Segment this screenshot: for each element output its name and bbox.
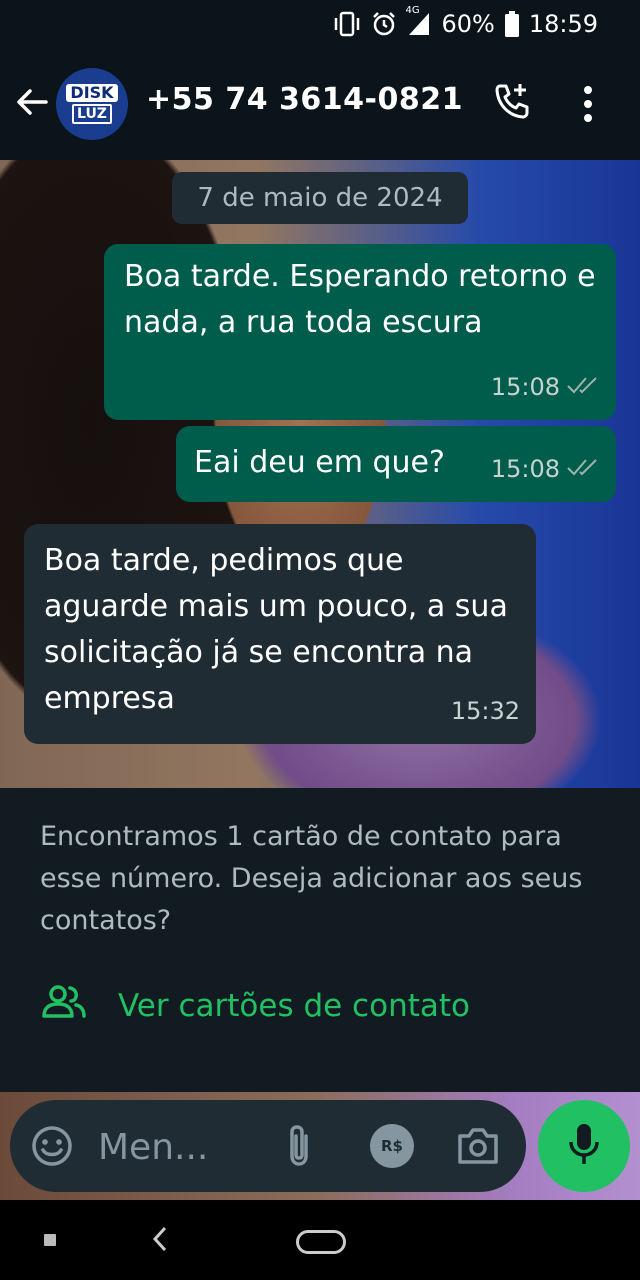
message-meta: 15:08 [491, 364, 600, 410]
date-chip: 7 de maio de 2024 [172, 172, 468, 224]
system-nav-bar [0, 1200, 640, 1280]
contacts-icon [40, 984, 88, 1028]
mic-button[interactable] [538, 1100, 630, 1192]
message-bubble-outgoing[interactable]: Eai deu em que? 15:08 [176, 426, 616, 502]
view-contact-cards-link[interactable]: Ver cartões de contato [40, 984, 470, 1028]
message-time: 15:08 [490, 455, 560, 483]
notice-text: Encontramos 1 cartão de contato para ess… [40, 821, 583, 936]
double-check-icon [566, 446, 600, 492]
vibrate-icon [333, 11, 361, 37]
message-input[interactable] [96, 1118, 250, 1176]
signal-icon: 4G [405, 5, 431, 37]
avatar[interactable]: DISK LUZ [56, 68, 128, 140]
message-bubble-incoming[interactable]: Boa tarde, pedimos que aguarde mais um p… [24, 524, 536, 744]
input-area: R$ [0, 1092, 640, 1200]
message-meta: 15:08 [491, 446, 600, 492]
contact-card-notice: Encontramos 1 cartão de contato para ess… [0, 788, 640, 1092]
clock: 18:59 [528, 10, 598, 38]
avatar-logo-top: DISK [66, 84, 118, 102]
avatar-logo-bottom: LUZ [72, 104, 112, 124]
alarm-icon [371, 11, 397, 37]
composer: R$ [10, 1100, 526, 1192]
message-meta: 15:32 [451, 688, 520, 734]
recents-icon[interactable] [44, 1234, 56, 1246]
message-time: 15:32 [450, 697, 520, 725]
message-bubble-outgoing[interactable]: Boa tarde. Esperando retorno e nada, a r… [104, 244, 616, 420]
camera-icon[interactable] [456, 1126, 500, 1170]
battery-percent: 60% [441, 10, 495, 38]
view-contact-cards-label: Ver cartões de contato [118, 988, 470, 1024]
mic-icon [568, 1122, 600, 1170]
message-text: Boa tarde. Esperando retorno e nada, a r… [124, 259, 596, 340]
payment-label: R$ [381, 1137, 403, 1155]
add-call-icon[interactable] [490, 80, 534, 128]
message-time: 15:08 [490, 373, 560, 401]
home-icon[interactable] [296, 1230, 346, 1254]
attach-icon[interactable] [284, 1122, 314, 1174]
status-bar: 4G 60% 18:59 [0, 0, 640, 50]
payment-icon[interactable]: R$ [370, 1124, 414, 1168]
more-options-icon[interactable] [582, 84, 594, 128]
back-arrow-icon[interactable] [14, 84, 50, 124]
battery-icon [504, 11, 519, 37]
double-check-icon [566, 364, 600, 410]
nav-back-icon[interactable] [150, 1224, 170, 1258]
chat-header: DISK LUZ +55 74 3614-0821 [0, 50, 640, 160]
emoji-icon[interactable] [30, 1124, 74, 1172]
network-type: 4G [405, 5, 420, 16]
chat-area[interactable]: 7 de maio de 2024 Boa tarde. Esperando r… [0, 160, 640, 788]
contact-name[interactable]: +55 74 3614-0821 [146, 82, 463, 117]
